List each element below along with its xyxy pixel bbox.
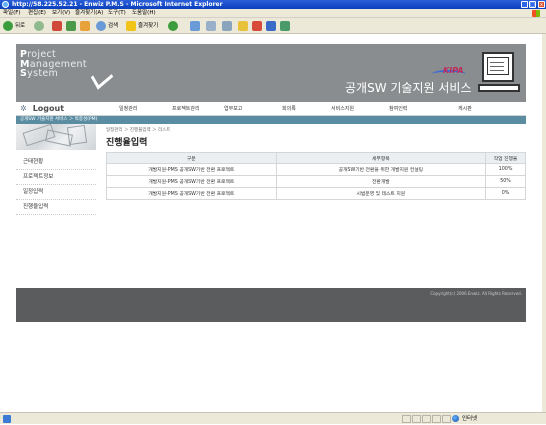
window-title: http://58.225.52.21 - Enwiz P.M.S - Micr… <box>12 1 223 8</box>
nav-item-project[interactable]: 프로젝트관리 <box>172 105 200 113</box>
monitor-base-icon <box>478 84 520 92</box>
maximize-button[interactable]: □ <box>529 1 536 8</box>
status-cell <box>402 415 411 423</box>
vertical-scrollbar[interactable] <box>542 34 546 412</box>
ie-logo-icon <box>2 1 9 8</box>
copyright-text: Copyright(c) 2006 Enwiz. All Rights Rese… <box>430 291 522 296</box>
search-icon[interactable] <box>96 21 106 31</box>
mail-icon[interactable] <box>190 21 200 31</box>
back-icon[interactable] <box>3 21 13 31</box>
toolbar: 뒤로 검색 즐겨찾기 <box>0 18 546 34</box>
nav-item-meeting[interactable]: 회의록 <box>282 105 296 113</box>
menu-bar: 파일(F) 편집(E) 보기(V) 즐겨찾기(A) 도구(T) 도움말(H) <box>0 9 546 18</box>
nav-item-board[interactable]: 게시판 <box>458 105 472 113</box>
stop-icon[interactable] <box>52 21 62 31</box>
status-cell <box>432 415 441 423</box>
page-status-icon <box>3 415 11 423</box>
print-icon[interactable] <box>206 21 216 31</box>
cell-progress[interactable]: 50% <box>485 175 526 188</box>
search-button[interactable]: 검색 <box>108 21 118 31</box>
favorites-star-icon[interactable] <box>126 21 136 31</box>
pms-logo: Project Management System <box>20 49 87 79</box>
messenger-icon[interactable] <box>252 21 262 31</box>
monitor-icon <box>482 52 514 82</box>
status-cell <box>412 415 421 423</box>
nav-item-service[interactable]: 서비스지원 <box>331 105 354 113</box>
cell-progress[interactable]: 0% <box>485 187 526 200</box>
status-cell <box>422 415 431 423</box>
menu-favorites[interactable]: 즐겨찾기(A) <box>75 9 103 18</box>
kipa-logo: KIPA <box>443 66 464 75</box>
menu-view[interactable]: 보기(V) <box>52 9 70 18</box>
nav-item-staff[interactable]: 참여인력 <box>389 105 407 113</box>
sidebar-item-attendance[interactable]: 근태현황 <box>16 155 96 170</box>
favorites-button[interactable]: 즐겨찾기 <box>138 21 158 31</box>
status-cell <box>442 415 451 423</box>
sidebar-item-project-info[interactable]: 프로젝트정보 <box>16 170 96 185</box>
table-row[interactable]: 개발지원-PMS 공개SW기반 전환 프로젝트 시범운영 및 테스트 지원 0% <box>106 187 526 200</box>
close-button[interactable]: x <box>538 1 545 8</box>
cell-detail[interactable]: 전환개발 <box>275 175 487 188</box>
windows-logo-icon <box>532 10 540 17</box>
site-header: Project Management System KIPA 공개SW 기술지원… <box>16 44 526 102</box>
col-header-detail: 세부항목 <box>275 152 487 164</box>
word-icon[interactable] <box>266 21 276 31</box>
minimize-button[interactable]: _ <box>521 1 528 8</box>
menu-help[interactable]: 도움말(H) <box>132 9 156 18</box>
cell-detail[interactable]: 공개SW기반 전환을 위한 개발지원 컨설팅 <box>275 163 487 176</box>
sidebar: 근태현황 프로젝트정보 일정입력 진행율입력 <box>16 123 96 286</box>
history-icon[interactable] <box>168 21 178 31</box>
web-page: Project Management System KIPA 공개SW 기술지원… <box>0 34 542 412</box>
user-strip: 공개SW 기술지원 서비스 ＞ 박종성(PM) <box>16 116 526 124</box>
security-zone-label: 인터넷 <box>462 416 478 422</box>
checkmark-icon <box>90 64 114 90</box>
nav-item-report[interactable]: 업무보고 <box>224 105 242 113</box>
breadcrumb: 일정관리 ＞ 진행율입력 ＞ 리스트 <box>106 128 171 133</box>
back-button[interactable]: 뒤로 <box>15 21 25 31</box>
forward-icon[interactable] <box>34 21 44 31</box>
progress-table: 구분 세부항목 작업 진행율 개발지원-PMS 공개SW기반 전환 프로젝트 공… <box>106 152 526 200</box>
menu-tools[interactable]: 도구(T) <box>108 9 126 18</box>
menu-edit[interactable]: 편집(E) <box>28 9 46 18</box>
menu-file[interactable]: 파일(F) <box>3 9 21 18</box>
page-title: 진행율입력 <box>106 138 148 148</box>
table-row[interactable]: 개발지원-PMS 공개SW기반 전환 프로젝트 공개SW기반 전환을 위한 개발… <box>106 163 526 176</box>
cell-category[interactable]: 개발지원-PMS 공개SW기반 전환 프로젝트 <box>106 163 277 176</box>
col-header-category: 구분 <box>106 152 277 164</box>
cell-category[interactable]: 개발지원-PMS 공개SW기반 전환 프로젝트 <box>106 175 277 188</box>
user-location: 공개SW 기술지원 서비스 ＞ 박종성(PM) <box>20 117 98 122</box>
title-bar: http://58.225.52.21 - Enwiz P.M.S - Micr… <box>0 0 546 9</box>
cell-detail[interactable]: 시범운영 및 테스트 지원 <box>275 187 487 200</box>
gear-icon: ✲ <box>20 104 27 113</box>
status-bar: 인터넷 <box>0 412 546 424</box>
main-nav: ✲ Logout 일정관리 프로젝트관리 업무보고 회의록 서비스지원 참여인력 … <box>16 102 526 116</box>
tools-icon[interactable] <box>280 21 290 31</box>
table-row[interactable]: 개발지원-PMS 공개SW기반 전환 프로젝트 전환개발 50% <box>106 175 526 188</box>
main-content: 일정관리 ＞ 진행율입력 ＞ 리스트 진행율입력 구분 세부항목 작업 진행율 … <box>100 124 526 286</box>
sidebar-sketch-image <box>16 123 96 150</box>
home-icon[interactable] <box>80 21 90 31</box>
cell-progress[interactable]: 100% <box>485 163 526 176</box>
site-footer: Copyright(c) 2006 Enwiz. All Rights Rese… <box>16 288 526 322</box>
folder-icon[interactable] <box>238 21 248 31</box>
cell-category[interactable]: 개발지원-PMS 공개SW기반 전환 프로젝트 <box>106 187 277 200</box>
sidebar-item-progress-input[interactable]: 진행율입력 <box>16 200 96 215</box>
internet-zone-icon <box>452 415 459 422</box>
edit-icon[interactable] <box>222 21 232 31</box>
logout-button[interactable]: ✲ Logout <box>20 103 64 115</box>
nav-item-schedule[interactable]: 일정관리 <box>119 105 137 113</box>
col-header-progress: 작업 진행율 <box>485 152 526 164</box>
table-header-row: 구분 세부항목 작업 진행율 <box>106 152 526 164</box>
refresh-icon[interactable] <box>66 21 76 31</box>
service-title: 공개SW 기술지원 서비스 <box>345 81 472 95</box>
browser-window: http://58.225.52.21 - Enwiz P.M.S - Micr… <box>0 0 546 424</box>
sidebar-item-schedule-input[interactable]: 일정입력 <box>16 185 96 200</box>
